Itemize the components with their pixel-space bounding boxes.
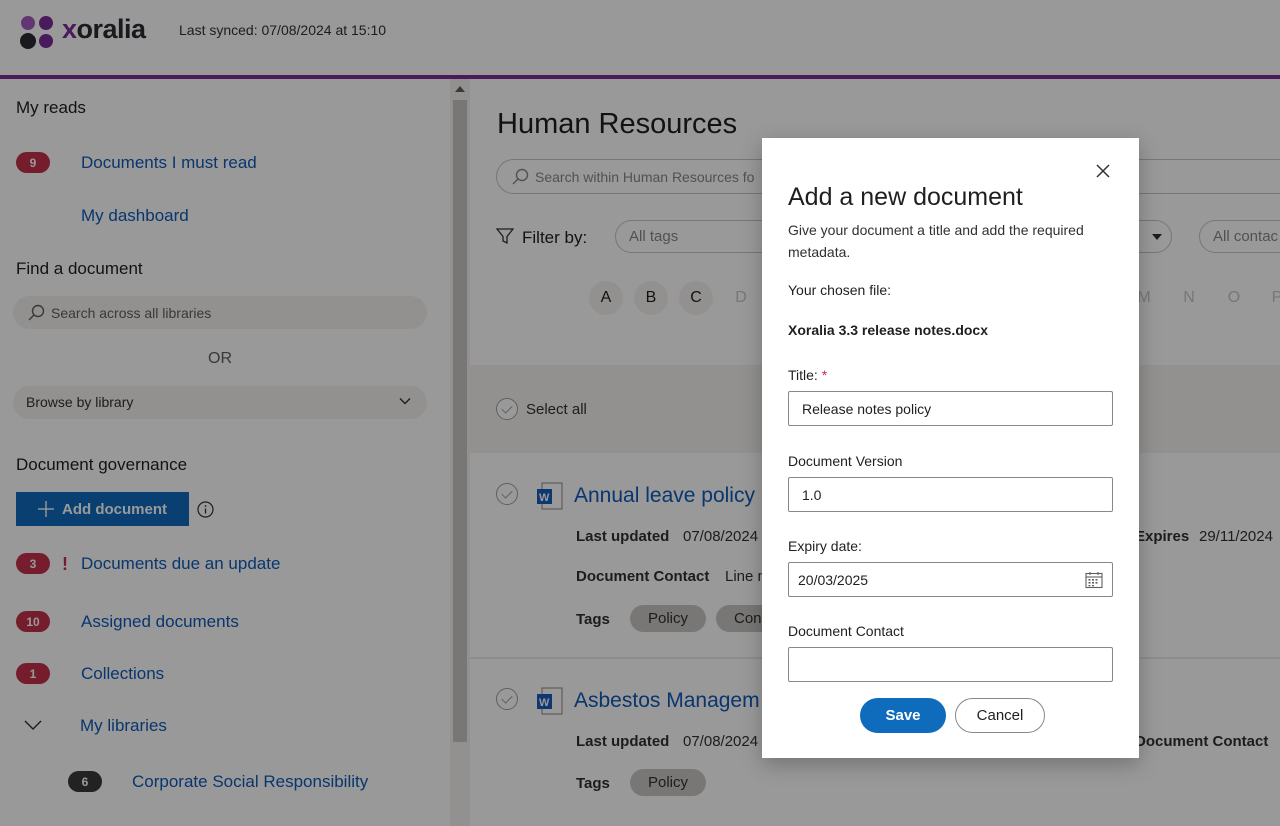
required-mark: *: [821, 367, 828, 383]
document-contact-input[interactable]: [788, 647, 1113, 682]
chosen-file-label: Your chosen file:: [788, 282, 891, 298]
cancel-button[interactable]: Cancel: [955, 698, 1045, 733]
version-input[interactable]: [788, 477, 1113, 512]
dialog-title: Add a new document: [788, 183, 1023, 211]
title-label-text: Title:: [788, 367, 818, 383]
expiry-date-input[interactable]: [788, 562, 1113, 597]
chosen-file-name: Xoralia 3.3 release notes.docx: [788, 322, 988, 338]
save-button[interactable]: Save: [860, 698, 946, 733]
calendar-icon[interactable]: [1085, 571, 1103, 589]
add-document-dialog: Add a new document Give your document a …: [762, 138, 1139, 758]
title-input[interactable]: [788, 391, 1113, 426]
close-icon[interactable]: [1095, 163, 1111, 179]
contact-field-label: Document Contact: [788, 623, 904, 639]
title-field-label: Title: *: [788, 367, 827, 383]
expiry-field-label: Expiry date:: [788, 538, 862, 554]
dialog-subtitle: Give your document a title and add the r…: [788, 222, 1084, 260]
version-field-label: Document Version: [788, 453, 903, 469]
